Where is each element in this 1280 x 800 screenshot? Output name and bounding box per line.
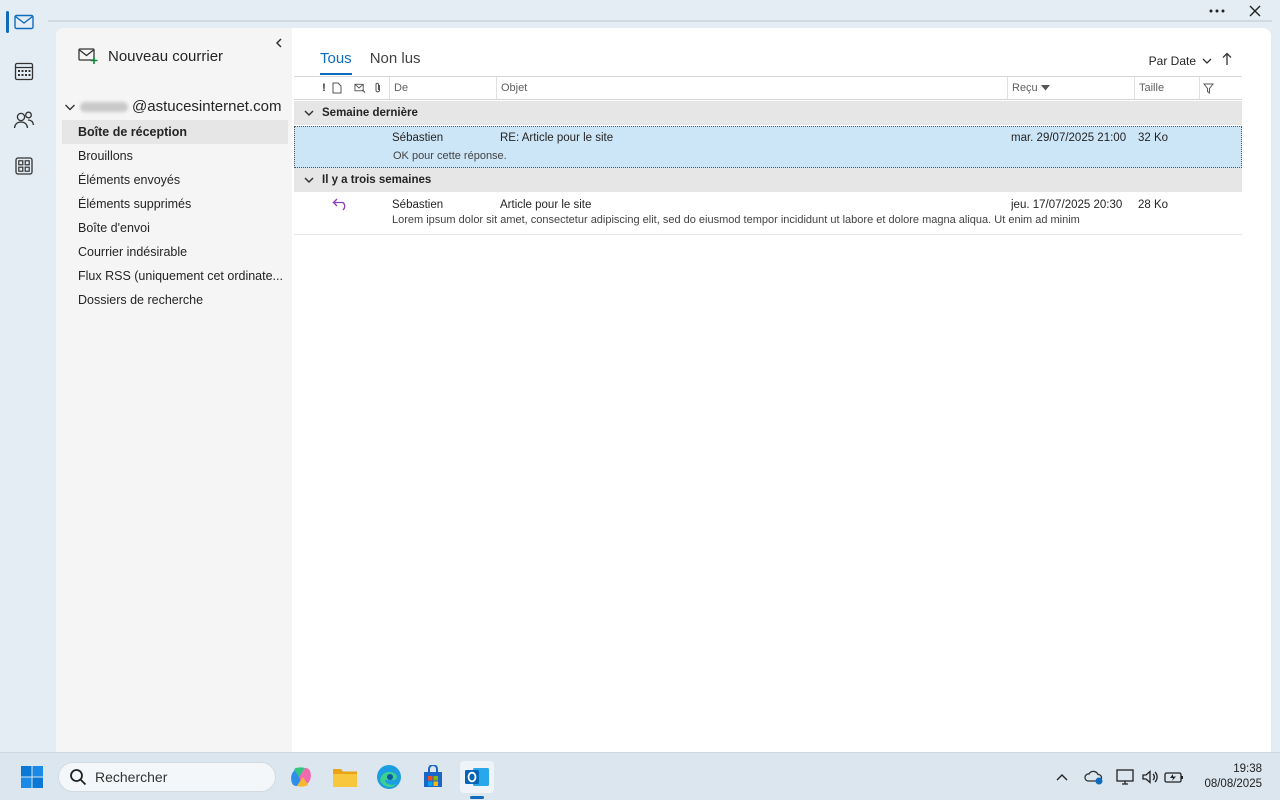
sort-descending-icon: [1041, 85, 1050, 91]
apps-icon[interactable]: [8, 150, 40, 182]
reminder-icon[interactable]: [354, 81, 366, 95]
tab-unread[interactable]: Non lus: [370, 50, 421, 73]
sort-by-dropdown[interactable]: Par Date: [1149, 54, 1212, 68]
chevron-down-icon: [304, 177, 314, 184]
importance-column[interactable]: !: [318, 81, 330, 95]
copilot-icon[interactable]: [285, 761, 317, 793]
microsoft-store-icon[interactable]: [417, 761, 449, 793]
message-from: Sébastien: [392, 199, 444, 211]
folder-item[interactable]: Boîte d'envoi: [62, 216, 288, 240]
message-preview: OK pour cette réponse.: [393, 150, 507, 162]
folder-item[interactable]: Dossiers de recherche: [62, 288, 288, 312]
message-size: 32 Ko: [1138, 132, 1169, 144]
calendar-icon[interactable]: [8, 55, 40, 87]
message-size: 28 Ko: [1138, 199, 1169, 211]
new-mail-button[interactable]: Nouveau courrier: [78, 44, 223, 68]
title-bar-divider: [48, 20, 1272, 22]
account-email: @astucesinternet.com: [132, 98, 282, 115]
folder-pane: Nouveau courrier @astucesinternet.com Bo…: [56, 28, 292, 752]
new-mail-label: Nouveau courrier: [108, 47, 224, 65]
sort-direction-icon[interactable]: [1220, 52, 1234, 68]
taskbar: Rechercher 19:38 08/08/2025: [0, 752, 1280, 800]
message-list-pane: Tous Non lus Par Date ! De Objet Reçu Ta…: [294, 28, 1242, 752]
filter-tabs: Tous Non lus: [320, 50, 421, 75]
active-app-indicator: [470, 796, 484, 799]
size-column[interactable]: Taille: [1134, 77, 1200, 99]
attachment-icon[interactable]: [372, 81, 384, 95]
from-column[interactable]: De: [389, 77, 497, 99]
group-header[interactable]: Semaine dernière: [294, 101, 1242, 125]
more-options-icon[interactable]: [1202, 0, 1232, 22]
column-header: ! De Objet Reçu Taille: [294, 76, 1242, 100]
show-hidden-icons-icon[interactable]: [1052, 767, 1072, 787]
chevron-down-icon: [65, 104, 75, 110]
folder-item[interactable]: Courrier indésirable: [62, 240, 288, 264]
battery-icon[interactable]: [1164, 767, 1184, 787]
message-row[interactable]: Sébastien RE: Article pour le site mar. …: [294, 126, 1242, 168]
group-label: Semaine dernière: [322, 107, 418, 119]
outlook-icon[interactable]: [460, 761, 494, 799]
clock-time: 19:38: [1233, 763, 1262, 775]
filter-icon: [1203, 83, 1214, 94]
message-received: jeu. 17/07/2025 20:30: [1011, 199, 1123, 211]
close-icon[interactable]: [1240, 0, 1270, 22]
message-subject: Article pour le site: [500, 199, 592, 211]
received-column-label: Reçu: [1012, 82, 1038, 94]
folder-item[interactable]: Boîte de réception: [62, 120, 288, 144]
clock[interactable]: 19:38 08/08/2025: [1204, 762, 1262, 792]
message-received: mar. 29/07/2025 21:00: [1011, 132, 1127, 144]
windows-logo-icon: [21, 766, 43, 788]
taskbar-search[interactable]: Rechercher: [58, 762, 276, 792]
subject-column[interactable]: Objet: [496, 77, 1008, 99]
tab-all[interactable]: Tous: [320, 50, 352, 75]
people-icon[interactable]: [8, 104, 40, 136]
clock-date: 08/08/2025: [1204, 778, 1262, 790]
folder-item[interactable]: Éléments envoyés: [62, 168, 288, 192]
volume-icon[interactable]: [1140, 767, 1160, 787]
message-preview: Lorem ipsum dolor sit amet, consectetur …: [392, 214, 1080, 226]
edge-browser-icon[interactable]: [373, 761, 405, 793]
search-placeholder: Rechercher: [95, 769, 168, 785]
item-type-icon[interactable]: [331, 81, 343, 95]
message-subject: RE: Article pour le site: [500, 132, 614, 144]
chevron-down-icon: [1202, 58, 1212, 64]
mail-icon[interactable]: [6, 6, 40, 38]
new-mail-icon: [78, 48, 98, 64]
filter-column[interactable]: [1199, 77, 1242, 99]
message-from: Sébastien: [392, 132, 444, 144]
main-window: Nouveau courrier @astucesinternet.com Bo…: [56, 28, 1271, 752]
blurred-account-name: [80, 101, 128, 112]
folder-item[interactable]: Éléments supprimés: [62, 192, 288, 216]
app-rail: [0, 0, 48, 752]
group-header[interactable]: Il y a trois semaines: [294, 168, 1242, 192]
received-column[interactable]: Reçu: [1007, 77, 1135, 99]
message-row[interactable]: Sébastien Article pour le site jeu. 17/0…: [294, 193, 1242, 235]
replied-icon: [332, 197, 350, 214]
group-label: Il y a trois semaines: [322, 174, 432, 186]
collapse-pane-icon[interactable]: [272, 36, 286, 50]
account-header[interactable]: @astucesinternet.com: [64, 98, 281, 115]
start-button[interactable]: [16, 761, 48, 793]
folder-item[interactable]: Flux RSS (uniquement cet ordinate...: [62, 264, 288, 288]
sort-label: Par Date: [1148, 54, 1196, 68]
folder-item[interactable]: Brouillons: [62, 144, 288, 168]
onedrive-icon[interactable]: [1084, 767, 1104, 787]
file-explorer-icon[interactable]: [329, 761, 361, 793]
search-icon: [70, 769, 87, 786]
network-icon[interactable]: [1115, 767, 1135, 787]
folder-list: Boîte de réception Brouillons Éléments env…: [62, 120, 288, 312]
chevron-down-icon: [304, 110, 314, 117]
